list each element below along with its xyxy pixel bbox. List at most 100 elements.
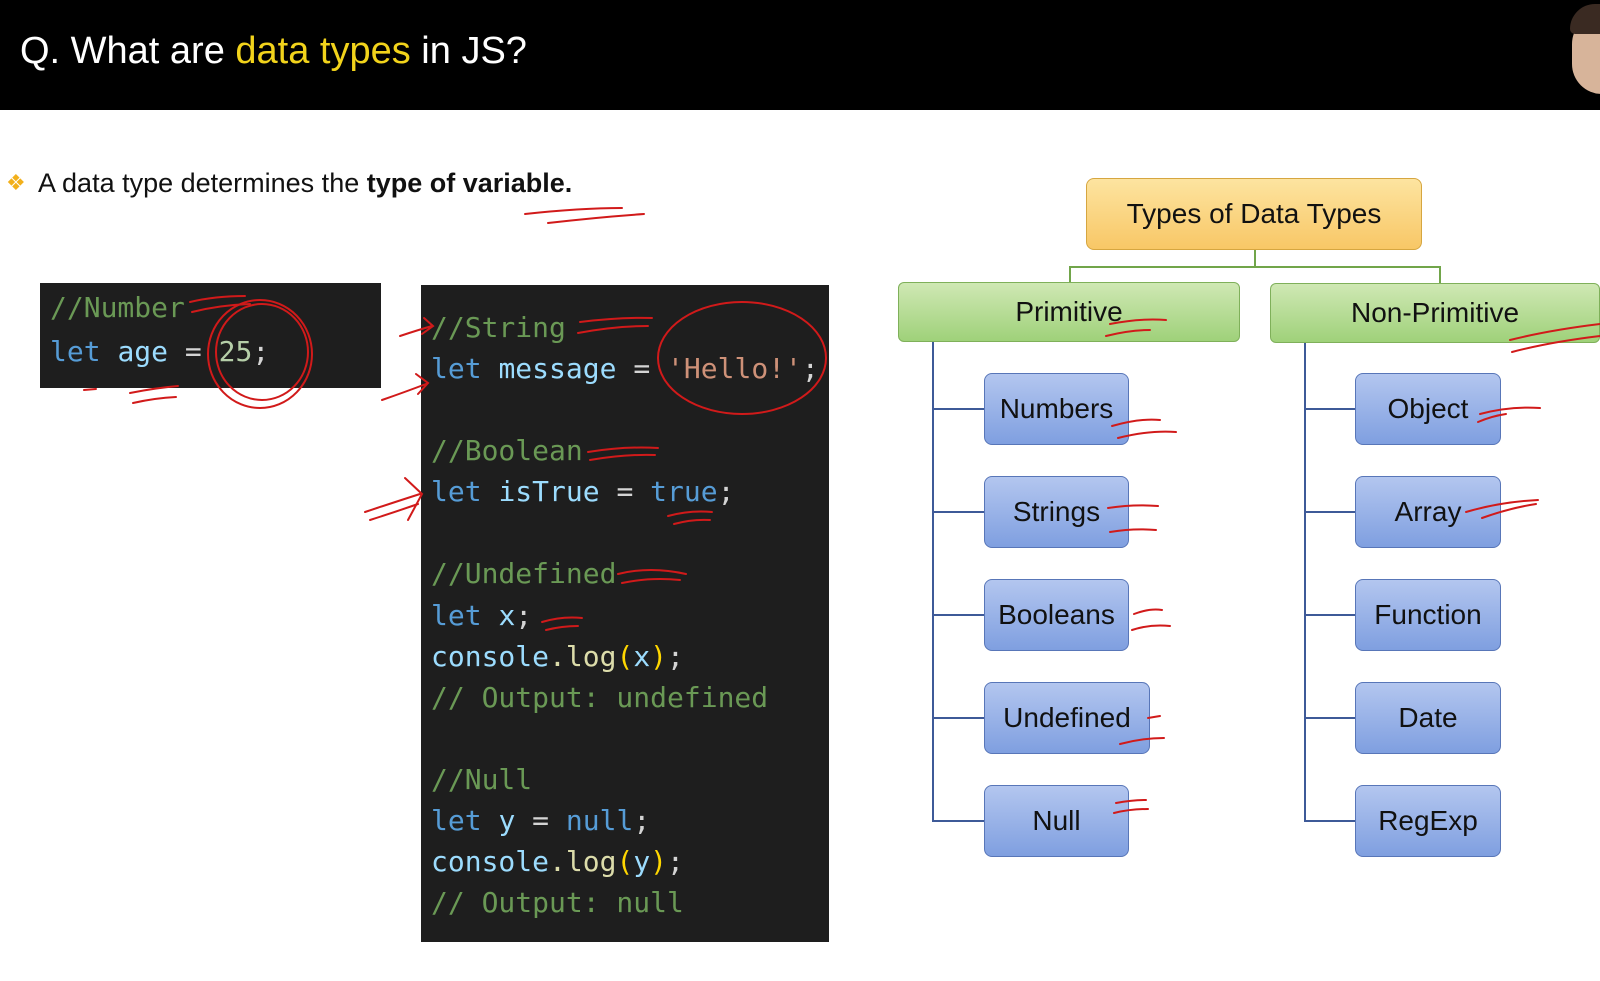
code-string-value: 'Hello!' [667, 352, 802, 385]
underline-mark [547, 213, 645, 224]
code-comment: //Undefined [431, 557, 617, 590]
connector-branch [1304, 408, 1355, 410]
code-variable: message [498, 352, 617, 385]
underline-mark [132, 396, 177, 404]
code-line-log-y: console.log(y); [431, 845, 684, 878]
code-null-value: null [565, 804, 634, 837]
leaf-function: Function [1355, 579, 1501, 651]
code-panel-number: //Number let age = 25; [40, 283, 381, 388]
code-keyword: let [431, 352, 482, 385]
code-line-number-comment: //Number [50, 291, 185, 325]
connector-primitive-spine [932, 342, 934, 822]
code-panel-types: //String let message = 'Hello!'; //Boole… [421, 285, 829, 942]
code-comment: //String [431, 311, 566, 344]
code-variable: x [498, 599, 516, 632]
category-primitive: Primitive [898, 282, 1240, 342]
connector-root-stem [1254, 250, 1256, 267]
code-variable: age [117, 335, 169, 368]
code-comment: //Null [431, 763, 533, 796]
code-terminator: ; [633, 804, 651, 837]
title-highlight: data types [235, 30, 411, 72]
diamond-bullet-icon: ❖ [6, 170, 26, 195]
underline-mark [524, 207, 623, 215]
code-comment: // Output: undefined [431, 681, 769, 714]
code-operator: = [532, 804, 550, 837]
arrow-mark [364, 477, 424, 521]
code-comment: // Output: null [431, 886, 684, 919]
diagram-root-node: Types of Data Types [1086, 178, 1422, 250]
code-comment: //Boolean [431, 434, 583, 467]
code-line-boolean-decl: let isTrue = true; [431, 475, 734, 509]
code-boolean-value: true [650, 475, 718, 508]
connector-branch [932, 820, 984, 822]
code-line-boolean-comment: //Boolean [431, 434, 583, 468]
code-line-log-x: console.log(x); [431, 640, 684, 673]
bullet-bold-text: type of variable. [366, 168, 573, 198]
code-keyword: let [431, 599, 482, 632]
code-terminator: ; [252, 335, 270, 368]
connector-branch [932, 408, 984, 410]
connector-to-primitive [1069, 266, 1071, 282]
header-bar: Q. What are data types in JS? [0, 0, 1600, 110]
code-line-null-comment: //Null [431, 763, 532, 797]
code-keyword: let [431, 475, 482, 508]
code-terminator: ; [717, 475, 735, 508]
leaf-numbers: Numbers [984, 373, 1129, 445]
page-title: Q. What are data types in JS? [20, 30, 527, 73]
code-line-output-undefined: // Output: undefined [431, 681, 768, 715]
code-operator: = [616, 475, 634, 508]
code-line-number-decl: let age = 25; [50, 335, 269, 369]
code-line-string-decl: let message = 'Hello!'; [431, 352, 819, 386]
leaf-booleans: Booleans [984, 579, 1129, 651]
presenter-hair [1570, 4, 1600, 34]
leaf-undefined: Undefined [984, 682, 1150, 754]
connector-branch [932, 717, 984, 719]
connector-branch [1304, 820, 1355, 822]
code-operator: = [184, 335, 202, 368]
connector-branch [1304, 511, 1355, 513]
underline-mark [83, 388, 97, 391]
code-object: console [431, 845, 550, 878]
code-function: .log [549, 845, 617, 878]
presenter-video-thumbnail [1566, 0, 1600, 108]
underline-mark [1133, 608, 1163, 615]
code-variable: y [498, 804, 516, 837]
code-comment: //Number [50, 291, 185, 324]
connector-branch [932, 614, 984, 616]
code-keyword: let [431, 804, 482, 837]
code-object: console [431, 640, 550, 673]
code-line-null-decl: let y = null; [431, 804, 650, 838]
connector-branch [1304, 614, 1355, 616]
code-argument: x [633, 640, 651, 673]
category-non-primitive: Non-Primitive [1270, 283, 1600, 343]
leaf-regexp: RegExp [1355, 785, 1501, 857]
code-terminator: ; [801, 352, 819, 385]
title-prefix: Q. What are [20, 30, 236, 72]
title-suffix: in JS? [410, 30, 527, 72]
code-line-output-null: // Output: null [431, 886, 684, 920]
bullet-point: ❖ A data type determines the type of var… [6, 168, 572, 199]
leaf-object: Object [1355, 373, 1501, 445]
leaf-array: Array [1355, 476, 1501, 548]
leaf-date: Date [1355, 682, 1501, 754]
leaf-null: Null [984, 785, 1129, 857]
connector-to-non-primitive [1439, 266, 1441, 283]
connector-root-horizontal [1069, 266, 1441, 268]
code-keyword: let [50, 335, 101, 368]
leaf-strings: Strings [984, 476, 1129, 548]
arrow-mark [369, 503, 419, 521]
code-variable: isTrue [498, 475, 600, 508]
code-number-value: 25 [218, 335, 253, 368]
code-line-undefined-decl: let x; [431, 599, 532, 633]
code-function: .log [549, 640, 617, 673]
code-argument: y [633, 845, 651, 878]
code-line-undefined-comment: //Undefined [431, 557, 616, 591]
underline-mark [1131, 624, 1171, 631]
bullet-text: A data type determines the [38, 168, 367, 198]
code-operator: = [633, 352, 651, 385]
connector-branch [1304, 717, 1355, 719]
connector-non-primitive-spine [1304, 343, 1306, 822]
code-line-string-comment: //String [431, 311, 566, 345]
connector-branch [932, 511, 984, 513]
code-terminator: ; [515, 599, 533, 632]
